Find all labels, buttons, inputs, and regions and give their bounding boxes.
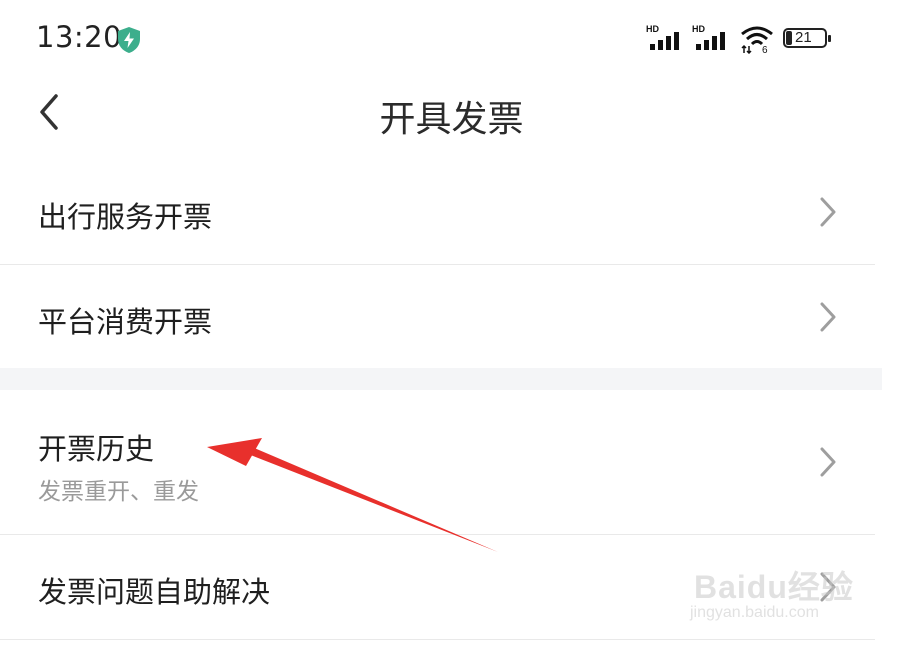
menu-item-label: 发票问题自助解决 <box>38 575 271 609</box>
menu-item-label: 出行服务开票 <box>38 200 213 234</box>
chevron-right-icon <box>820 447 836 477</box>
status-bar: 13:20 HD HD 6 21 <box>0 0 903 80</box>
cellular-signal-icon-2: HD <box>692 24 728 50</box>
status-time: 13:20 <box>36 20 123 54</box>
watermark-url: jingyan.baidu.com <box>690 604 819 621</box>
battery-level: 21 <box>795 29 812 46</box>
watermark-brand: Baidu经验 <box>694 569 854 605</box>
menu-item-travel-invoice[interactable]: 出行服务开票 <box>0 160 875 264</box>
chevron-right-icon <box>820 197 836 227</box>
nav-bar: 开具发票 <box>0 80 903 150</box>
battery-icon: 21 <box>783 28 833 50</box>
menu-item-subtitle: 发票重开、重发 <box>38 479 199 505</box>
wifi-icon: 6 <box>741 26 773 54</box>
divider <box>0 639 875 640</box>
cellular-signal-icon: HD <box>646 24 682 50</box>
shield-icon <box>118 27 140 53</box>
section-separator <box>0 368 882 390</box>
menu-item-platform-invoice[interactable]: 平台消费开票 <box>0 265 875 368</box>
page-title: 开具发票 <box>379 99 524 140</box>
menu-item-label: 平台消费开票 <box>38 305 213 339</box>
chevron-right-icon <box>820 302 836 332</box>
wifi-tag: 6 <box>762 45 768 54</box>
watermark: Baidu经验 jingyan.baidu.com <box>690 548 860 628</box>
menu-item-label: 开票历史 <box>38 432 155 466</box>
menu-item-invoice-history[interactable]: 开票历史 发票重开、重发 <box>0 390 875 534</box>
